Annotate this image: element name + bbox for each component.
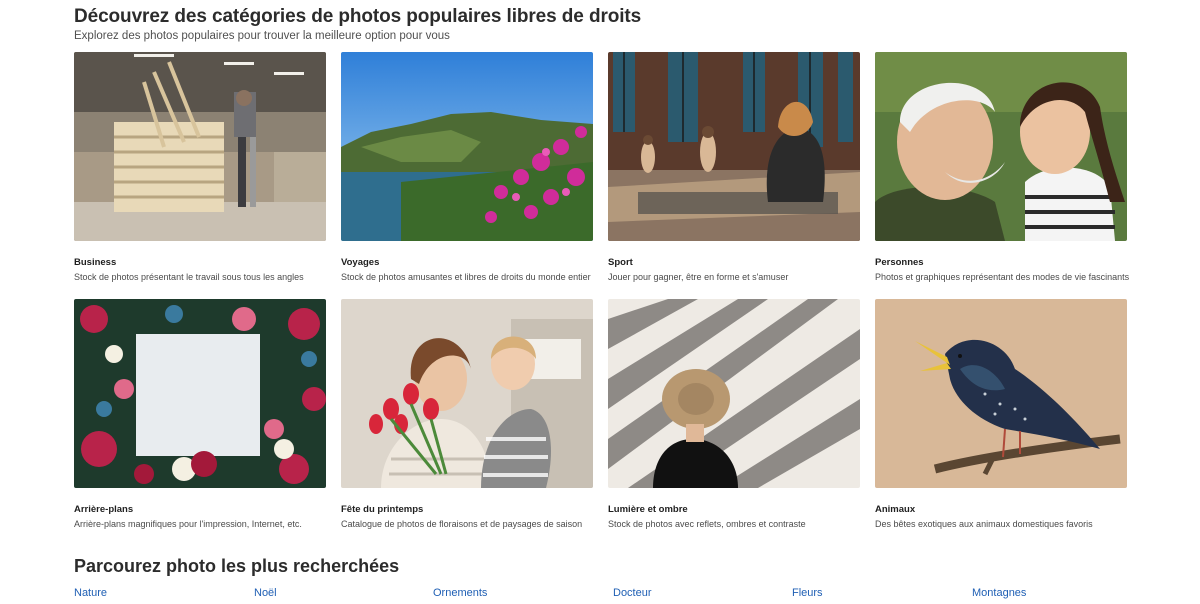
category-card-animaux[interactable]: Animaux Des bêtes exotiques aux animaux … xyxy=(875,299,1127,529)
personnes-photo[interactable] xyxy=(875,52,1127,241)
category-card-voyages[interactable]: Voyages Stock de photos amusantes et lib… xyxy=(341,52,593,282)
category-description: Stock de photos avec reflets, ombres et … xyxy=(608,519,806,529)
category-card-business[interactable]: Business Stock de photos présentant le t… xyxy=(74,52,326,282)
popular-link-fleurs[interactable]: Fleurs xyxy=(792,587,823,599)
category-card-personnes[interactable]: Personnes Photos et graphiques représent… xyxy=(875,52,1130,282)
category-name[interactable]: Sport xyxy=(608,257,860,268)
category-name[interactable]: Personnes xyxy=(875,257,1127,268)
sport-photo[interactable] xyxy=(608,52,860,241)
category-card-fete-du-printemps[interactable]: Fête du printemps Catalogue de photos de… xyxy=(341,299,593,529)
popular-link-ornements[interactable]: Ornements xyxy=(433,587,487,599)
animaux-photo[interactable] xyxy=(875,299,1127,488)
arriere-plans-photo[interactable] xyxy=(74,299,326,488)
category-name[interactable]: Arrière-plans xyxy=(74,504,326,515)
category-description: Stock de photos amusantes et libres de d… xyxy=(341,272,591,282)
voyages-photo[interactable] xyxy=(341,52,593,241)
category-name[interactable]: Voyages xyxy=(341,257,593,268)
business-photo[interactable] xyxy=(74,52,326,241)
popular-link-nature[interactable]: Nature xyxy=(74,587,107,599)
category-name[interactable]: Fête du printemps xyxy=(341,504,593,515)
category-name[interactable]: Lumière et ombre xyxy=(608,504,860,515)
category-description: Stock de photos présentant le travail so… xyxy=(74,272,304,282)
category-card-sport[interactable]: Sport Jouer pour gagner, être en forme e… xyxy=(608,52,860,282)
lumiere-et-ombre-photo[interactable] xyxy=(608,299,860,488)
section-subtitle: Explorez des photos populaires pour trou… xyxy=(74,30,450,42)
popular-link-noel[interactable]: Noël xyxy=(254,587,277,599)
category-description: Arrière-plans magnifiques pour l'impress… xyxy=(74,519,302,529)
fete-du-printemps-photo[interactable] xyxy=(341,299,593,488)
category-description: Des bêtes exotiques aux animaux domestiq… xyxy=(875,519,1093,529)
section-title: Découvrez des catégories de photos popul… xyxy=(74,6,642,27)
popular-link-montagnes[interactable]: Montagnes xyxy=(972,587,1026,599)
category-name[interactable]: Business xyxy=(74,257,326,268)
popular-link-docteur[interactable]: Docteur xyxy=(613,587,652,599)
category-description: Jouer pour gagner, être en forme et s'am… xyxy=(608,272,789,282)
popular-searches-links: Nature Noël Ornements Docteur Fleurs Mon… xyxy=(74,587,1134,603)
category-card-lumiere-et-ombre[interactable]: Lumière et ombre Stock de photos avec re… xyxy=(608,299,860,529)
popular-searches-title: Parcourez photo les plus recherchées xyxy=(74,556,400,576)
category-description: Photos et graphiques représentant des mo… xyxy=(875,272,1130,282)
category-description: Catalogue de photos de floraisons et de … xyxy=(341,519,583,529)
category-name[interactable]: Animaux xyxy=(875,504,1127,515)
category-card-arriere-plans[interactable]: Arrière-plans Arrière-plans magnifiques … xyxy=(74,299,326,529)
